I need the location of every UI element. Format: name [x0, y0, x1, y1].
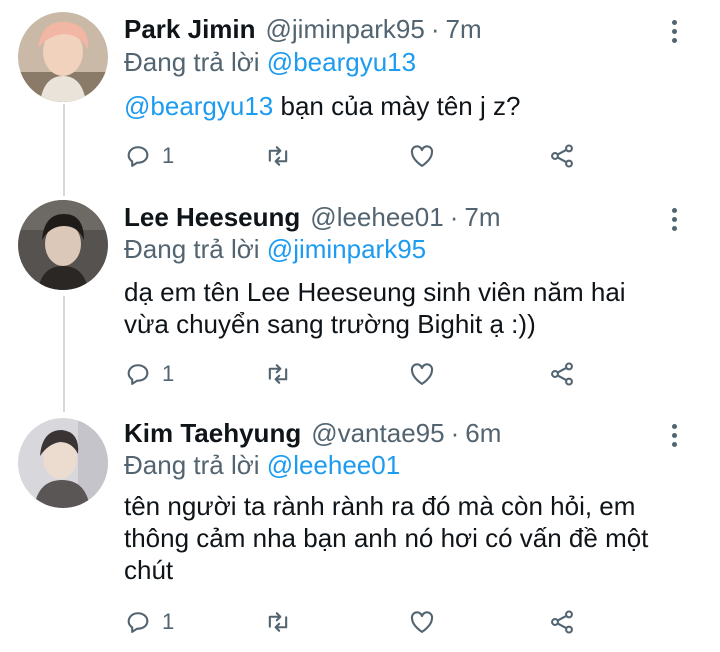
reply-icon	[127, 364, 149, 385]
share-icon	[551, 362, 573, 386]
tweet-header: Park Jimin @jiminpark95 · 7m	[124, 14, 482, 48]
replying-mention[interactable]: @jiminpark95	[267, 234, 426, 264]
timestamp[interactable]: 7m	[446, 14, 482, 45]
replying-mention[interactable]: @leehee01	[267, 450, 400, 480]
text-content: bạn của mày tên j z?	[273, 91, 521, 121]
avatar[interactable]	[18, 418, 108, 508]
separator: ·	[430, 14, 440, 44]
tweet-text: dạ em tên Lee Heeseung sinh viên năm hai…	[124, 276, 684, 340]
avatar-photo-icon	[18, 12, 108, 102]
retweet-button[interactable]	[264, 606, 292, 638]
separator: ·	[449, 202, 459, 232]
like-icon	[410, 145, 434, 167]
text-line: dạ em tên Lee Heeseung sinh viên năm hai	[124, 277, 626, 307]
share-button[interactable]	[548, 358, 576, 390]
like-button[interactable]	[408, 606, 436, 638]
tweet[interactable]: Park Jimin @jiminpark95 · 7m Đang trả lờ…	[0, 0, 720, 196]
retweet-icon	[268, 146, 288, 166]
like-icon	[410, 363, 434, 385]
reply-button[interactable]: 1	[124, 140, 174, 172]
share-icon	[551, 144, 573, 168]
tweet-header: Kim Taehyung @vantae95 · 6m	[124, 418, 501, 452]
tweet-actions: 1	[0, 140, 720, 172]
like-button[interactable]	[408, 358, 436, 390]
text-line: vừa chuyển sang trường Bighit ạ :))	[124, 309, 536, 339]
timestamp[interactable]: 6m	[465, 418, 501, 449]
reply-count: 1	[162, 609, 175, 634]
tweet-text: tên người ta rành rành ra đó mà còn hỏi,…	[124, 490, 684, 586]
replying-mention[interactable]: @beargyu13	[267, 47, 416, 77]
text-line: chút	[124, 555, 174, 585]
tweet-header: Lee Heeseung @leehee01 · 7m	[124, 202, 500, 236]
retweet-icon	[268, 364, 288, 384]
tweet[interactable]: Kim Taehyung @vantae95 · 6m Đang trả lời…	[0, 412, 720, 652]
text-line: tên người ta rành rành ra đó mà còn hỏi,…	[124, 491, 636, 521]
share-button[interactable]	[548, 606, 576, 638]
like-icon	[410, 611, 434, 633]
more-icon[interactable]	[664, 418, 684, 452]
tweet-actions: 1	[0, 606, 720, 638]
replying-to: Đang trả lời @beargyu13	[124, 47, 416, 78]
more-icon[interactable]	[664, 202, 684, 236]
retweet-button[interactable]	[264, 140, 292, 172]
retweet-button[interactable]	[264, 358, 292, 390]
share-icon	[551, 610, 573, 634]
tweet-actions: 1	[0, 358, 720, 390]
more-icon[interactable]	[664, 14, 684, 48]
display-name[interactable]: Lee Heeseung	[124, 202, 300, 233]
reply-button[interactable]: 1	[124, 358, 174, 390]
avatar[interactable]	[18, 12, 108, 102]
text-mention[interactable]: @beargyu13	[124, 91, 273, 121]
replying-to: Đang trả lời @jiminpark95	[124, 234, 426, 265]
replying-label: Đang trả lời	[124, 450, 260, 480]
reply-count: 1	[162, 143, 175, 168]
replying-to: Đang trả lời @leehee01	[124, 450, 400, 481]
tweet-text: @beargyu13 bạn của mày tên j z?	[124, 90, 684, 122]
tweet[interactable]: Lee Heeseung @leehee01 · 7m Đang trả lời…	[0, 196, 720, 412]
avatar-photo-icon	[18, 418, 108, 508]
timestamp[interactable]: 7m	[464, 202, 500, 233]
reply-icon	[127, 146, 149, 167]
replying-label: Đang trả lời	[124, 47, 260, 77]
display-name[interactable]: Kim Taehyung	[124, 418, 301, 449]
user-handle[interactable]: @jiminpark95	[266, 14, 425, 45]
like-button[interactable]	[408, 140, 436, 172]
user-handle[interactable]: @leehee01	[310, 202, 443, 233]
avatar-photo-icon	[18, 200, 108, 290]
user-handle[interactable]: @vantae95	[311, 418, 444, 449]
retweet-icon	[268, 612, 288, 632]
reply-button[interactable]: 1	[124, 606, 174, 638]
reply-icon	[127, 612, 149, 633]
separator: ·	[450, 418, 460, 448]
reply-count: 1	[162, 361, 175, 386]
avatar[interactable]	[18, 200, 108, 290]
share-button[interactable]	[548, 140, 576, 172]
display-name[interactable]: Park Jimin	[124, 14, 256, 45]
replying-label: Đang trả lời	[124, 234, 260, 264]
text-line: thông cảm nha bạn anh nó hơi có vấn đề m…	[124, 523, 649, 553]
